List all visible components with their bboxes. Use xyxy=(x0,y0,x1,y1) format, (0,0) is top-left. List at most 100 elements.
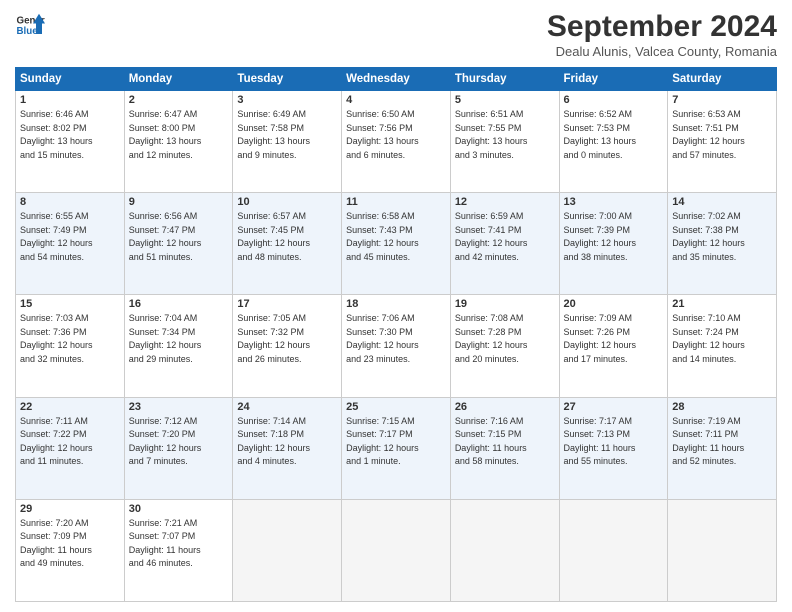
day-number: 13 xyxy=(564,196,664,208)
day-number: 19 xyxy=(455,298,555,310)
day-info: Sunrise: 6:52 AM Sunset: 7:53 PM Dayligh… xyxy=(564,108,664,162)
header-thursday: Thursday xyxy=(450,68,559,91)
day-info: Sunrise: 7:05 AM Sunset: 7:32 PM Dayligh… xyxy=(237,312,337,366)
table-row: 23Sunrise: 7:12 AM Sunset: 7:20 PM Dayli… xyxy=(124,397,233,499)
table-row xyxy=(668,499,777,601)
day-number: 3 xyxy=(237,94,337,106)
day-info: Sunrise: 6:47 AM Sunset: 8:00 PM Dayligh… xyxy=(129,108,229,162)
table-row: 22 Sunrise: 7:11 AM Sunset: 7:22 PM Dayli… xyxy=(16,397,125,499)
table-row: 20 Sunrise: 7:09 AM Sunset: 7:26 PM Dayli… xyxy=(559,295,668,397)
day-info: Sunrise: 7:08 AM Sunset: 7:28 PM Dayligh… xyxy=(455,312,555,366)
day-number: 12 xyxy=(455,196,555,208)
day-number: 10 xyxy=(237,196,337,208)
table-row: 8Sunrise: 6:55 AM Sunset: 7:49 PM Daylig… xyxy=(16,193,125,295)
table-row: 13 Sunrise: 7:00 AM Sunset: 7:39 PM Dayli… xyxy=(559,193,668,295)
table-row: 28 Sunrise: 7:19 AM Sunset: 7:11 PM Dayli… xyxy=(668,397,777,499)
header-friday: Friday xyxy=(559,68,668,91)
day-info: Sunrise: 7:15 AM Sunset: 7:17 PM Dayligh… xyxy=(346,415,446,469)
calendar-week-5: 29 Sunrise: 7:20 AM Sunset: 7:09 PM Dayli… xyxy=(16,499,777,601)
day-info: Sunrise: 7:04 AM Sunset: 7:34 PM Dayligh… xyxy=(129,312,229,366)
table-row: 18 Sunrise: 7:06 AM Sunset: 7:30 PM Dayli… xyxy=(342,295,451,397)
day-info: Sunrise: 7:21 AM Sunset: 7:07 PM Dayligh… xyxy=(129,517,229,571)
table-row: 29 Sunrise: 7:20 AM Sunset: 7:09 PM Dayli… xyxy=(16,499,125,601)
day-info: Sunrise: 7:20 AM Sunset: 7:09 PM Dayligh… xyxy=(20,517,120,571)
day-info: Sunrise: 7:19 AM Sunset: 7:11 PM Dayligh… xyxy=(672,415,772,469)
header-saturday: Saturday xyxy=(668,68,777,91)
day-info: Sunrise: 6:50 AM Sunset: 7:56 PM Dayligh… xyxy=(346,108,446,162)
svg-text:Blue: Blue xyxy=(17,26,39,37)
day-number: 22 xyxy=(20,401,120,413)
table-row: 1 Sunrise: 6:46 AM Sunset: 8:02 PM Daylig… xyxy=(16,91,125,193)
table-row: 2 Sunrise: 6:47 AM Sunset: 8:00 PM Daylig… xyxy=(124,91,233,193)
day-info: Sunrise: 7:12 AM Sunset: 7:20 PM Dayligh… xyxy=(129,415,229,469)
table-row: 25 Sunrise: 7:15 AM Sunset: 7:17 PM Dayli… xyxy=(342,397,451,499)
day-number: 21 xyxy=(672,298,772,310)
header-wednesday: Wednesday xyxy=(342,68,451,91)
day-info: Sunrise: 7:10 AM Sunset: 7:24 PM Dayligh… xyxy=(672,312,772,366)
month-title: September 2024 xyxy=(547,10,777,44)
day-number: 11 xyxy=(346,196,446,208)
table-row: 7 Sunrise: 6:53 AM Sunset: 7:51 PM Daylig… xyxy=(668,91,777,193)
day-info: Sunrise: 6:51 AM Sunset: 7:55 PM Dayligh… xyxy=(455,108,555,162)
day-info: Sunrise: 7:00 AM Sunset: 7:39 PM Dayligh… xyxy=(564,210,664,264)
table-row: 27 Sunrise: 7:17 AM Sunset: 7:13 PM Dayli… xyxy=(559,397,668,499)
day-info: Sunrise: 6:53 AM Sunset: 7:51 PM Dayligh… xyxy=(672,108,772,162)
day-number: 1 xyxy=(20,94,120,106)
title-section: September 2024 Dealu Alunis, Valcea Coun… xyxy=(547,10,777,59)
table-row: 10 Sunrise: 6:57 AM Sunset: 7:45 PM Dayli… xyxy=(233,193,342,295)
table-row: 11 Sunrise: 6:58 AM Sunset: 7:43 PM Dayli… xyxy=(342,193,451,295)
table-row: 5 Sunrise: 6:51 AM Sunset: 7:55 PM Daylig… xyxy=(450,91,559,193)
day-number: 15 xyxy=(20,298,120,310)
day-info: Sunrise: 7:02 AM Sunset: 7:38 PM Dayligh… xyxy=(672,210,772,264)
table-row: 30 Sunrise: 7:21 AM Sunset: 7:07 PM Dayli… xyxy=(124,499,233,601)
day-info: Sunrise: 6:57 AM Sunset: 7:45 PM Dayligh… xyxy=(237,210,337,264)
calendar-week-2: 8Sunrise: 6:55 AM Sunset: 7:49 PM Daylig… xyxy=(16,193,777,295)
day-number: 25 xyxy=(346,401,446,413)
day-info: Sunrise: 7:11 AM Sunset: 7:22 PM Dayligh… xyxy=(20,415,120,469)
table-row: 12 Sunrise: 6:59 AM Sunset: 7:41 PM Dayli… xyxy=(450,193,559,295)
day-number: 30 xyxy=(129,503,229,515)
day-info: Sunrise: 7:09 AM Sunset: 7:26 PM Dayligh… xyxy=(564,312,664,366)
calendar-week-3: 15 Sunrise: 7:03 AM Sunset: 7:36 PM Dayli… xyxy=(16,295,777,397)
table-row: 9Sunrise: 6:56 AM Sunset: 7:47 PM Daylig… xyxy=(124,193,233,295)
table-row xyxy=(450,499,559,601)
table-row: 21 Sunrise: 7:10 AM Sunset: 7:24 PM Dayli… xyxy=(668,295,777,397)
day-number: 2 xyxy=(129,94,229,106)
table-row: 14 Sunrise: 7:02 AM Sunset: 7:38 PM Dayli… xyxy=(668,193,777,295)
day-info: Sunrise: 6:46 AM Sunset: 8:02 PM Dayligh… xyxy=(20,108,120,162)
day-number: 27 xyxy=(564,401,664,413)
day-number: 17 xyxy=(237,298,337,310)
day-number: 5 xyxy=(455,94,555,106)
table-row xyxy=(342,499,451,601)
day-info: Sunrise: 7:16 AM Sunset: 7:15 PM Dayligh… xyxy=(455,415,555,469)
table-row xyxy=(559,499,668,601)
day-number: 14 xyxy=(672,196,772,208)
day-info: Sunrise: 7:06 AM Sunset: 7:30 PM Dayligh… xyxy=(346,312,446,366)
day-number: 7 xyxy=(672,94,772,106)
day-info: Sunrise: 7:03 AM Sunset: 7:36 PM Dayligh… xyxy=(20,312,120,366)
table-row: 16Sunrise: 7:04 AM Sunset: 7:34 PM Dayli… xyxy=(124,295,233,397)
day-number: 24 xyxy=(237,401,337,413)
day-number: 26 xyxy=(455,401,555,413)
table-row: 26 Sunrise: 7:16 AM Sunset: 7:15 PM Dayli… xyxy=(450,397,559,499)
day-info: Sunrise: 6:49 AM Sunset: 7:58 PM Dayligh… xyxy=(237,108,337,162)
day-number: 28 xyxy=(672,401,772,413)
day-info: Sunrise: 6:58 AM Sunset: 7:43 PM Dayligh… xyxy=(346,210,446,264)
logo: General Blue xyxy=(15,10,45,40)
day-info: Sunrise: 6:56 AM Sunset: 7:47 PM Dayligh… xyxy=(129,210,229,264)
day-number: 8 xyxy=(20,196,120,208)
logo-icon: General Blue xyxy=(15,10,45,40)
day-info: Sunrise: 7:17 AM Sunset: 7:13 PM Dayligh… xyxy=(564,415,664,469)
header-monday: Monday xyxy=(124,68,233,91)
day-number: 20 xyxy=(564,298,664,310)
table-row: 15 Sunrise: 7:03 AM Sunset: 7:36 PM Dayli… xyxy=(16,295,125,397)
day-number: 29 xyxy=(20,503,120,515)
day-number: 18 xyxy=(346,298,446,310)
table-row: 6Sunrise: 6:52 AM Sunset: 7:53 PM Daylig… xyxy=(559,91,668,193)
calendar: Sunday Monday Tuesday Wednesday Thursday… xyxy=(15,67,777,602)
calendar-week-4: 22 Sunrise: 7:11 AM Sunset: 7:22 PM Dayli… xyxy=(16,397,777,499)
table-row: 3 Sunrise: 6:49 AM Sunset: 7:58 PM Daylig… xyxy=(233,91,342,193)
table-row: 19 Sunrise: 7:08 AM Sunset: 7:28 PM Dayli… xyxy=(450,295,559,397)
day-number: 4 xyxy=(346,94,446,106)
day-info: Sunrise: 6:59 AM Sunset: 7:41 PM Dayligh… xyxy=(455,210,555,264)
